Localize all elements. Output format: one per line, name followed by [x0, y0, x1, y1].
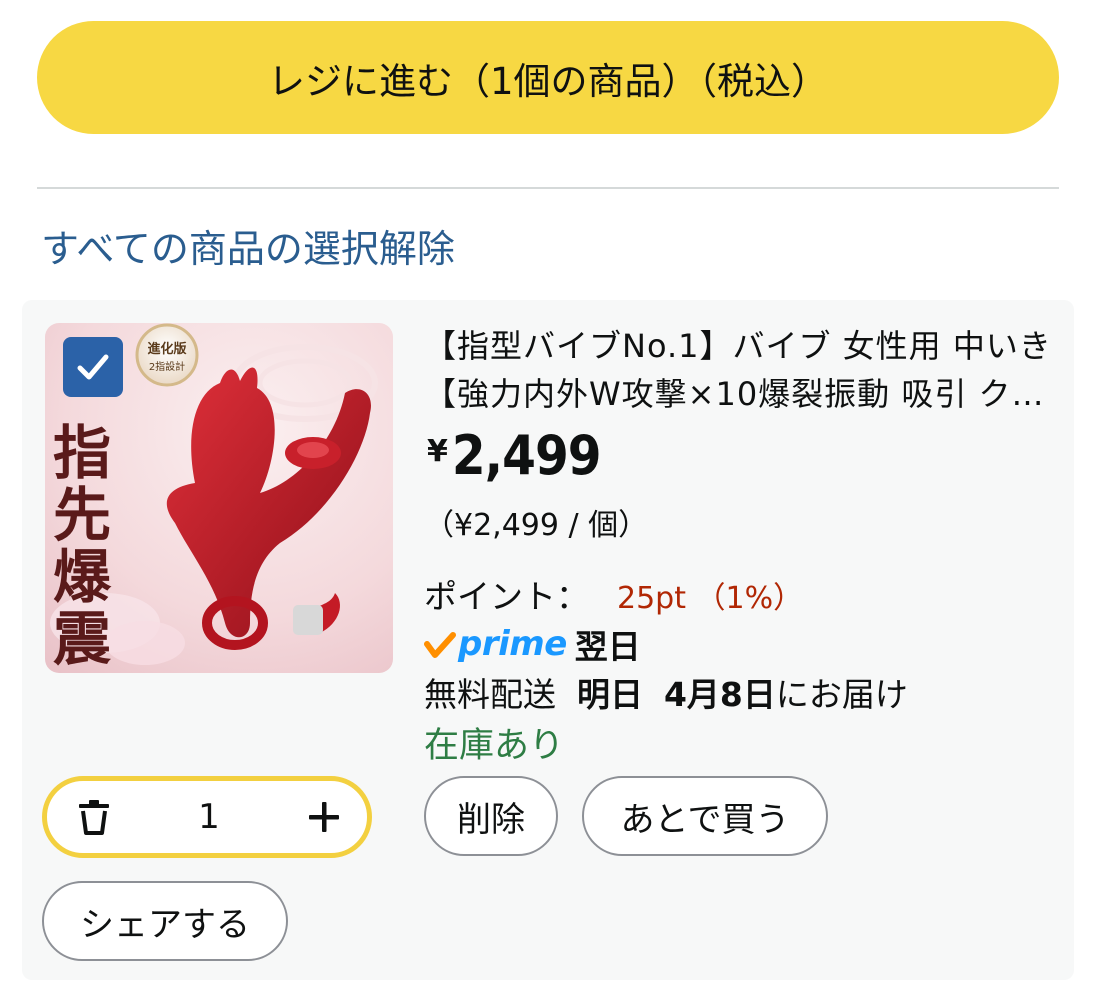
prime-logo: prime: [458, 624, 567, 664]
delivery-info: 無料配送 明日 4月8日にお届け: [424, 668, 908, 716]
product-title[interactable]: 【指型バイブNo.1】バイブ 女性用 中いき【強力内外W攻撃×10爆裂振動 吸引…: [424, 322, 1054, 418]
delete-quantity-button[interactable]: [77, 799, 111, 835]
unit-price: （¥2,499 / 個）: [424, 508, 649, 543]
plus-icon: [308, 802, 339, 832]
share-button[interactable]: シェアする: [42, 881, 288, 961]
item-select-checkbox[interactable]: [63, 337, 123, 397]
increase-quantity-button[interactable]: [307, 800, 341, 834]
delivery-date: 4月8日: [663, 675, 776, 714]
delivery-day: 明日: [576, 675, 643, 714]
points-label: ポイント：: [424, 577, 589, 616]
save-for-later-button[interactable]: あとで買う: [582, 776, 828, 856]
deselect-all-link[interactable]: すべての商品の選択解除: [41, 218, 455, 273]
badge-line-2: 2指設計: [149, 360, 185, 373]
trash-icon: [79, 800, 109, 835]
delivery-prefix: 無料配送: [424, 675, 556, 714]
stock-status: 在庫あり: [424, 726, 565, 766]
checkout-button[interactable]: レジに進む（1個の商品）（税込）: [37, 21, 1059, 134]
prime-check-icon: [424, 632, 456, 658]
prime-row: prime 翌日: [424, 620, 641, 668]
divider: [37, 187, 1059, 189]
delivery-suffix: にお届け: [775, 675, 908, 714]
overlay-char-4: 震: [53, 605, 111, 673]
quantity-stepper: 1: [42, 776, 372, 858]
price-amount: 2,499: [451, 424, 602, 487]
prime-delivery-label: 翌日: [574, 627, 641, 666]
quantity-value: 1: [198, 797, 220, 837]
currency-symbol: ¥: [427, 434, 448, 469]
product-price: ¥ 2,499: [427, 424, 602, 487]
overlay-char-3: 爆: [53, 543, 112, 611]
overlay-char-2: 先: [53, 481, 111, 549]
overlay-char-1: 指: [53, 419, 111, 487]
points-value: 25pt （1%）: [617, 581, 804, 616]
badge-line-1: 進化版: [147, 341, 186, 357]
checkmark-icon: [77, 354, 109, 380]
delete-button[interactable]: 削除: [424, 776, 558, 856]
points-row: ポイント： 25pt （1%）: [424, 570, 803, 618]
